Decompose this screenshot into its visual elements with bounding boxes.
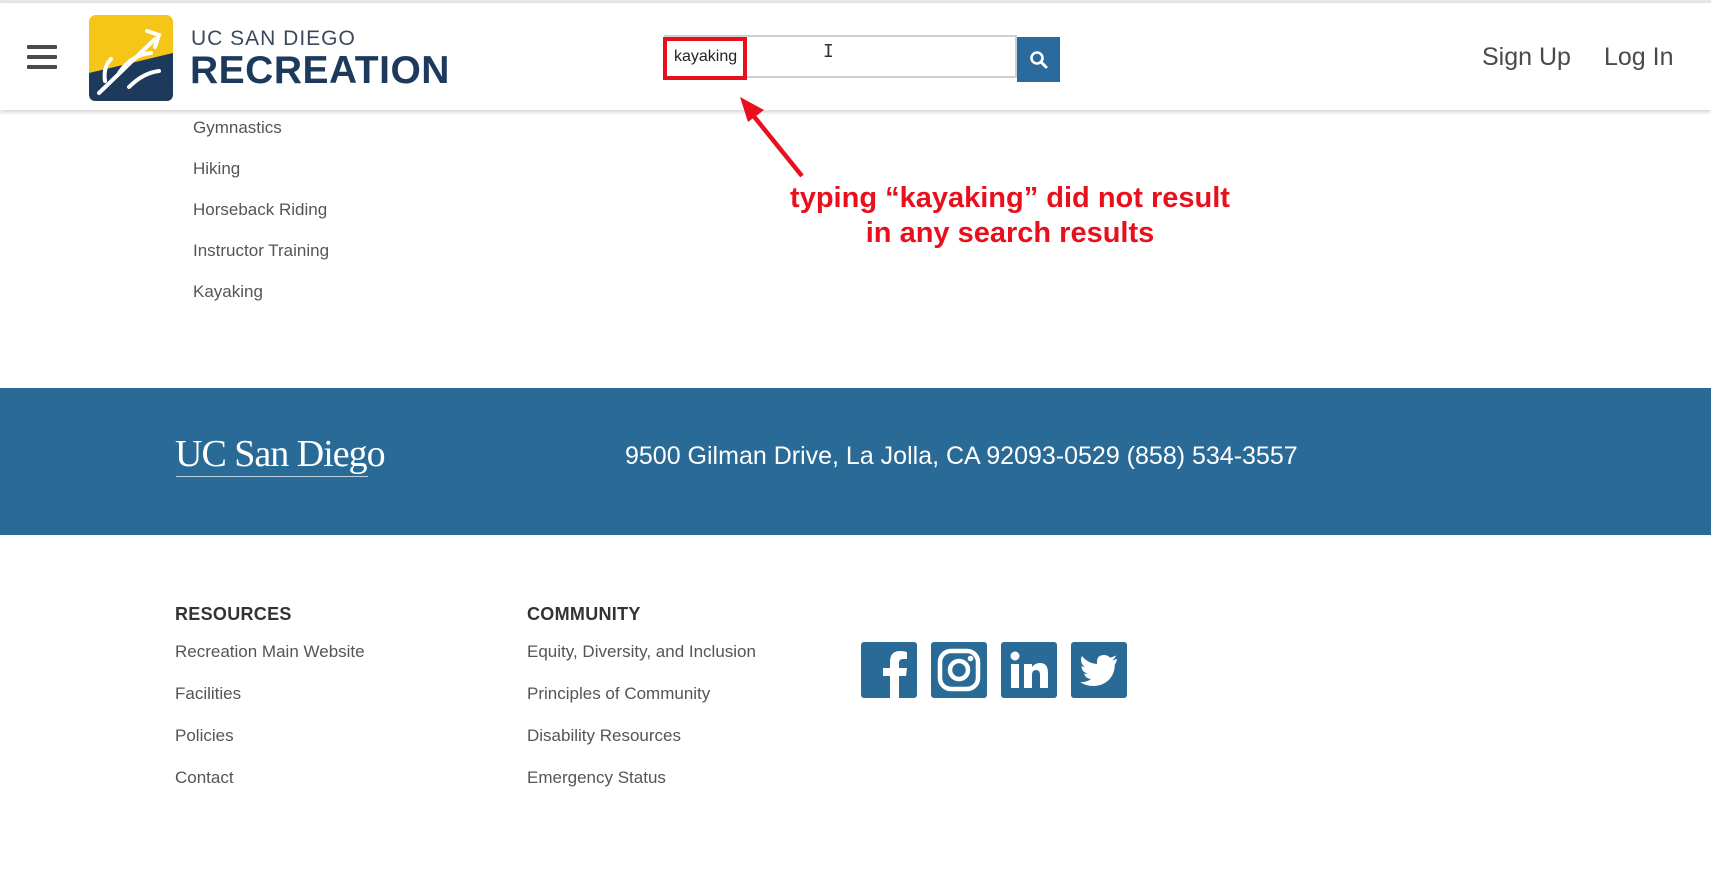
linkedin-icon[interactable] — [1001, 642, 1057, 698]
menu-item-hiking[interactable]: Hiking — [193, 157, 329, 198]
footer-logo-underline — [176, 476, 368, 477]
instagram-icon[interactable] — [931, 642, 987, 698]
search-button[interactable] — [1017, 37, 1060, 82]
resources-column: RESOURCES Recreation Main Website Facili… — [175, 604, 365, 808]
sign-up-link[interactable]: Sign Up — [1482, 43, 1571, 72]
footer-address: 9500 Gilman Drive, La Jolla, CA 92093-05… — [625, 442, 1298, 470]
link-policies[interactable]: Policies — [175, 724, 365, 766]
logo-subtitle: UC SAN DIEGO — [191, 27, 356, 50]
link-facilities[interactable]: Facilities — [175, 682, 365, 724]
trident-logo-icon[interactable] — [89, 15, 173, 101]
annotation-highlight-box — [663, 37, 747, 80]
search-icon — [1030, 51, 1048, 69]
link-disability-resources[interactable]: Disability Resources — [527, 724, 756, 766]
log-in-link[interactable]: Log In — [1604, 43, 1674, 72]
logo-title[interactable]: RECREATION — [190, 49, 450, 93]
link-principles-of-community[interactable]: Principles of Community — [527, 682, 756, 724]
community-column: COMMUNITY Equity, Diversity, and Inclusi… — [527, 604, 756, 808]
link-contact[interactable]: Contact — [175, 766, 365, 808]
link-emergency-status[interactable]: Emergency Status — [527, 766, 756, 808]
activity-menu-list: Gymnastics Hiking Horseback Riding Instr… — [193, 116, 329, 321]
menu-item-kayaking[interactable]: Kayaking — [193, 280, 329, 321]
annotation-line-2: in any search results — [865, 217, 1155, 249]
menu-item-gymnastics[interactable]: Gymnastics — [193, 116, 329, 157]
annotation-line-1: typing “kayaking” did not result — [790, 182, 1230, 214]
link-recreation-main-website[interactable]: Recreation Main Website — [175, 640, 365, 682]
annotation-text: typing “kayaking” did not result in any … — [740, 181, 1280, 251]
menu-item-instructor-training[interactable]: Instructor Training — [193, 239, 329, 280]
twitter-icon[interactable] — [1071, 642, 1127, 698]
hamburger-menu-icon[interactable] — [27, 45, 57, 71]
link-equity-diversity-inclusion[interactable]: Equity, Diversity, and Inclusion — [527, 640, 756, 682]
text-cursor-icon: I — [823, 41, 834, 62]
community-title: COMMUNITY — [527, 604, 641, 624]
uc-san-diego-logo[interactable]: UC San Diego — [175, 432, 386, 476]
footer-band: UC San Diego 9500 Gilman Drive, La Jolla… — [0, 388, 1711, 535]
facebook-icon[interactable] — [861, 642, 917, 698]
site-header: UC SAN DIEGO RECREATION I Sign Up Log In — [0, 3, 1711, 110]
menu-item-horseback-riding[interactable]: Horseback Riding — [193, 198, 329, 239]
resources-title: RESOURCES — [175, 604, 292, 624]
